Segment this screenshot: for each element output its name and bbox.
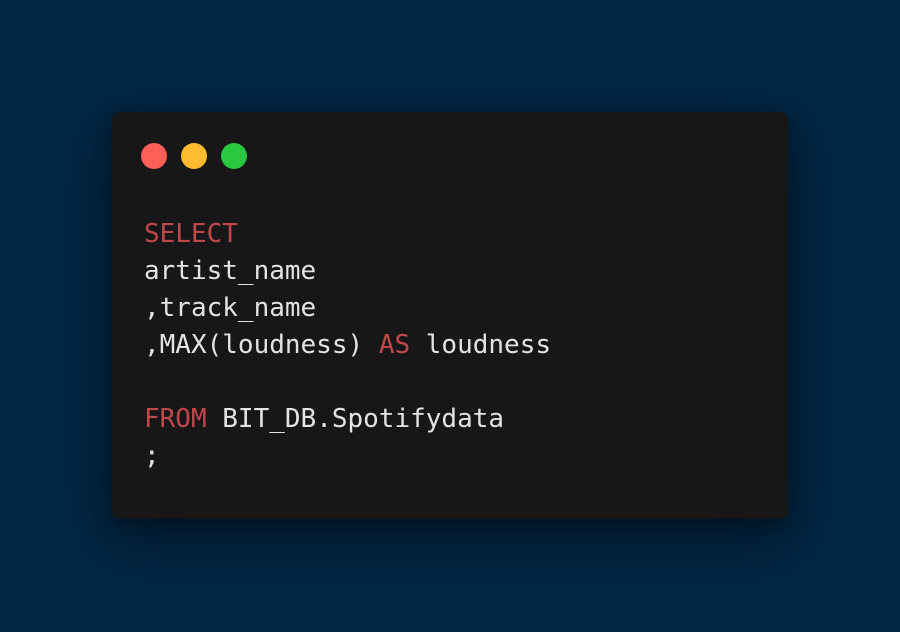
code-line-select: SELECT xyxy=(144,216,551,253)
close-dot-icon[interactable] xyxy=(141,143,167,169)
code-text: artist_name xyxy=(144,256,317,286)
minimize-dot-icon[interactable] xyxy=(181,143,207,169)
code-line-track-name: ,track_name xyxy=(144,290,551,327)
keyword-as: AS xyxy=(378,330,411,360)
code-line-artist-name: artist_name xyxy=(144,253,551,290)
code-text: ; xyxy=(144,441,160,471)
code-line-from: FROM BIT_DB.Spotifydata xyxy=(144,401,551,438)
window-controls xyxy=(141,143,247,169)
code-line-semicolon: ; xyxy=(144,438,551,475)
keyword-select: SELECT xyxy=(144,219,238,249)
code-window: SELECT artist_name ,track_name ,MAX(loudnes… xyxy=(112,112,788,519)
code-text: ,track_name xyxy=(144,293,317,323)
code-line-max-loudness: ,MAX(loudness) AS loudness xyxy=(144,327,551,364)
sql-code-block: SELECT artist_name ,track_name ,MAX(loudnes… xyxy=(144,216,551,475)
code-text: loudness xyxy=(410,330,552,360)
code-text: BIT_DB.Spotifydata xyxy=(206,404,505,434)
keyword-from: FROM xyxy=(144,404,207,434)
code-text: ,MAX(loudness) xyxy=(144,330,379,360)
maximize-dot-icon[interactable] xyxy=(221,143,247,169)
